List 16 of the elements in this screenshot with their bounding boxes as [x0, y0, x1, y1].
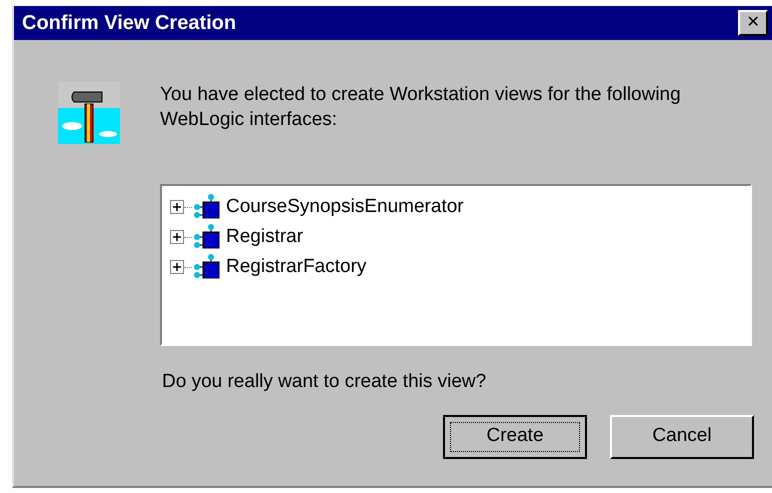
- interface-icon: [192, 194, 220, 220]
- hammer-icon: [58, 82, 120, 144]
- expand-icon[interactable]: [170, 200, 184, 214]
- window-title: Confirm View Creation: [22, 11, 236, 36]
- tree-item-label[interactable]: Registrar: [226, 222, 304, 252]
- expand-icon[interactable]: [170, 260, 184, 274]
- interface-icon: [192, 254, 220, 280]
- question-text: Do you really want to create this view?: [162, 370, 488, 394]
- tree-item-label[interactable]: RegistrarFactory: [226, 252, 366, 282]
- expand-icon[interactable]: [170, 230, 184, 244]
- interface-icon: [192, 224, 220, 250]
- message-text: You have elected to create Workstation views for the following WebLogic interfaces:: [160, 83, 682, 132]
- dialog-button[interactable]: Cancel: [610, 414, 754, 458]
- tree-item-label[interactable]: CourseSynopsisEnumerator: [226, 192, 464, 222]
- dialog-button[interactable]: Create: [443, 414, 587, 458]
- close-button[interactable]: ✕: [738, 10, 768, 36]
